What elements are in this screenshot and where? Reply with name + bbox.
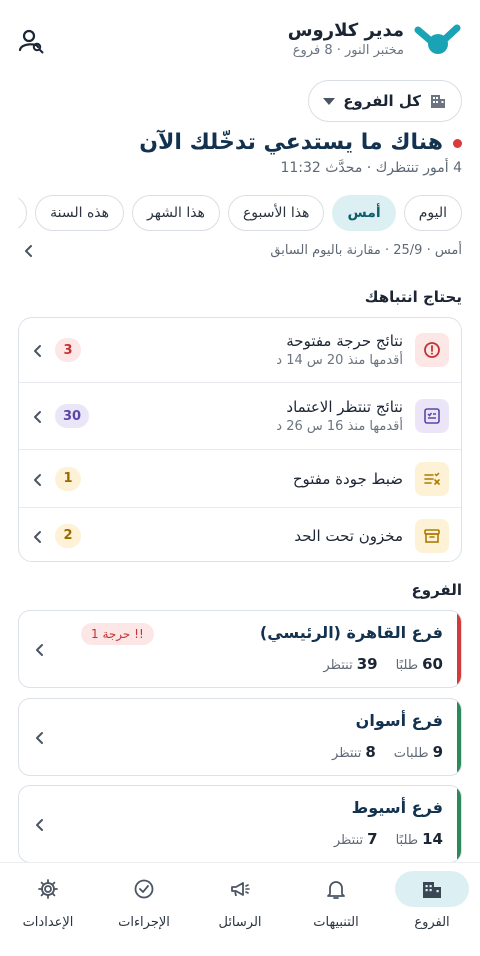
critical-badge: !! حرجة 1 bbox=[81, 623, 154, 645]
attention-item[interactable]: نتائج حرجة مفتوحة أقدمها منذ 20 س 14 د 3 bbox=[19, 318, 461, 383]
attention-item-subtitle: أقدمها منذ 20 س 14 د bbox=[276, 353, 403, 368]
period-chip[interactable]: مدى مخصص bbox=[18, 195, 28, 231]
nav-item-megaphone[interactable]: الرسائل bbox=[192, 863, 288, 956]
bell-icon bbox=[299, 871, 373, 907]
branch-status-accent bbox=[457, 786, 461, 862]
headline-subtitle: 4 أمور تنتظرك · محدَّث 11:32 bbox=[280, 160, 462, 176]
attention-item-title: نتائج حرجة مفتوحة bbox=[286, 332, 403, 350]
branch-orders: 60طلبًا bbox=[395, 655, 443, 673]
nav-item-buildings[interactable]: الفروع bbox=[384, 863, 480, 956]
period-chips: اليومأمسهذا الأسبوعهذا الشهرهذه السنة مدى… bbox=[18, 195, 462, 233]
attention-item[interactable]: ضبط جودة مفتوح 1 bbox=[19, 450, 461, 508]
gear-icon bbox=[11, 871, 85, 907]
attention-section-title: يحتاج انتباهك bbox=[364, 288, 462, 306]
logo-icon bbox=[414, 24, 461, 54]
branch-name: فرع القاهرة (الرئيسي) bbox=[259, 623, 443, 642]
attention-item[interactable]: نتائج تنتظر الاعتماد أقدمها منذ 16 س 26 د… bbox=[19, 383, 461, 450]
checklist-icon bbox=[415, 399, 449, 433]
period-chip[interactable]: هذه السنة bbox=[35, 195, 125, 231]
nav-label: التنبيهات bbox=[313, 915, 359, 930]
alert-dot-icon bbox=[453, 138, 462, 148]
chevron-left-icon[interactable] bbox=[22, 244, 36, 258]
count-badge: 30 bbox=[55, 404, 90, 428]
attention-item-subtitle: أقدمها منذ 16 س 26 د bbox=[276, 419, 403, 434]
user-search-icon[interactable] bbox=[18, 28, 44, 54]
branch-selector[interactable]: كل الفروع bbox=[308, 80, 462, 122]
alert-circle-icon bbox=[415, 333, 449, 367]
attention-item-title: مخزون تحت الحد bbox=[294, 526, 403, 545]
branch-orders: 9طلبات bbox=[393, 743, 443, 761]
attention-item-title: نتائج تنتظر الاعتماد bbox=[286, 398, 403, 416]
branch-name: فرع أسوان bbox=[355, 711, 443, 730]
chevron-left-icon bbox=[34, 530, 41, 543]
attention-item-title: ضبط جودة مفتوح bbox=[292, 469, 403, 488]
attention-card: نتائج حرجة مفتوحة أقدمها منذ 20 س 14 د 3 نت… bbox=[18, 317, 462, 562]
branch-waiting: 7تنتظر bbox=[333, 830, 378, 848]
buildings-icon bbox=[395, 871, 469, 907]
chevron-left-icon bbox=[34, 473, 41, 486]
period-chip[interactable]: هذا الأسبوع bbox=[227, 195, 325, 231]
chevron-left-icon bbox=[34, 345, 41, 357]
building-icon bbox=[431, 95, 445, 108]
chevron-left-icon bbox=[34, 411, 41, 423]
compare-text: أمس · 25/9 · مقارنة باليوم السابق bbox=[270, 243, 462, 258]
branch-card[interactable]: فرع أسيوط 14طلبًا 7تنتظر bbox=[18, 785, 462, 863]
nav-item-gear[interactable]: الإعدادات bbox=[0, 863, 96, 956]
branch-status-accent bbox=[457, 699, 461, 775]
count-badge: 2 bbox=[55, 523, 81, 548]
count-badge: 3 bbox=[55, 338, 81, 362]
period-chip[interactable]: اليوم bbox=[403, 195, 462, 231]
branches-section-title: الفروع bbox=[411, 581, 462, 599]
branch-selector-label: كل الفروع bbox=[343, 92, 421, 110]
app-title: مدير كلاروس bbox=[287, 20, 404, 41]
chevron-left-icon bbox=[36, 732, 43, 744]
branch-waiting: 39تنتظر bbox=[323, 655, 378, 673]
period-chip[interactable]: هذا الشهر bbox=[132, 195, 220, 231]
period-chip[interactable]: أمس bbox=[332, 195, 396, 231]
nav-label: الرسائل bbox=[218, 915, 262, 930]
megaphone-icon bbox=[203, 871, 277, 907]
attention-item[interactable]: مخزون تحت الحد 2 bbox=[19, 508, 461, 561]
chevron-left-icon bbox=[36, 819, 43, 831]
nav-label: الإجراءات bbox=[118, 915, 170, 930]
headline-title: هناك ما يستدعي تدخّلك الآن bbox=[139, 130, 443, 155]
branch-card[interactable]: فرع القاهرة (الرئيسي) !! حرجة 1 60طلبًا 39ت… bbox=[18, 610, 462, 688]
nav-item-bell[interactable]: التنبيهات bbox=[288, 863, 384, 956]
bottom-nav: الفروع التنبيهات الرسائل الإجراءات الإعدادات bbox=[0, 862, 480, 956]
branch-waiting: 8تنتظر bbox=[332, 743, 376, 761]
nav-label: الفروع bbox=[414, 915, 450, 930]
count-badge: 1 bbox=[55, 466, 81, 491]
qc-list-icon bbox=[415, 461, 449, 496]
branch-orders: 14طلبًا bbox=[395, 830, 443, 848]
branch-status-accent bbox=[457, 611, 461, 687]
nav-label: الإعدادات bbox=[22, 915, 74, 930]
chevron-left-icon bbox=[36, 644, 43, 656]
app-subtitle: مختبر النور · 8 فروع bbox=[292, 43, 404, 58]
nav-item-check-circle[interactable]: الإجراءات bbox=[96, 863, 192, 956]
alert-headline: هناك ما يستدعي تدخّلك الآن 4 أمور تنتظرك… bbox=[18, 128, 462, 176]
check-circle-icon bbox=[107, 871, 181, 907]
archive-box-icon bbox=[415, 518, 449, 553]
chevron-down-icon bbox=[323, 97, 336, 105]
compare-row[interactable]: أمس · 25/9 · مقارنة باليوم السابق bbox=[18, 243, 462, 263]
app-header: مدير كلاروس مختبر النور · 8 فروع bbox=[18, 18, 462, 62]
branch-card[interactable]: فرع أسوان 9طلبات 8تنتظر bbox=[18, 698, 462, 776]
branch-name: فرع أسيوط bbox=[351, 798, 443, 817]
